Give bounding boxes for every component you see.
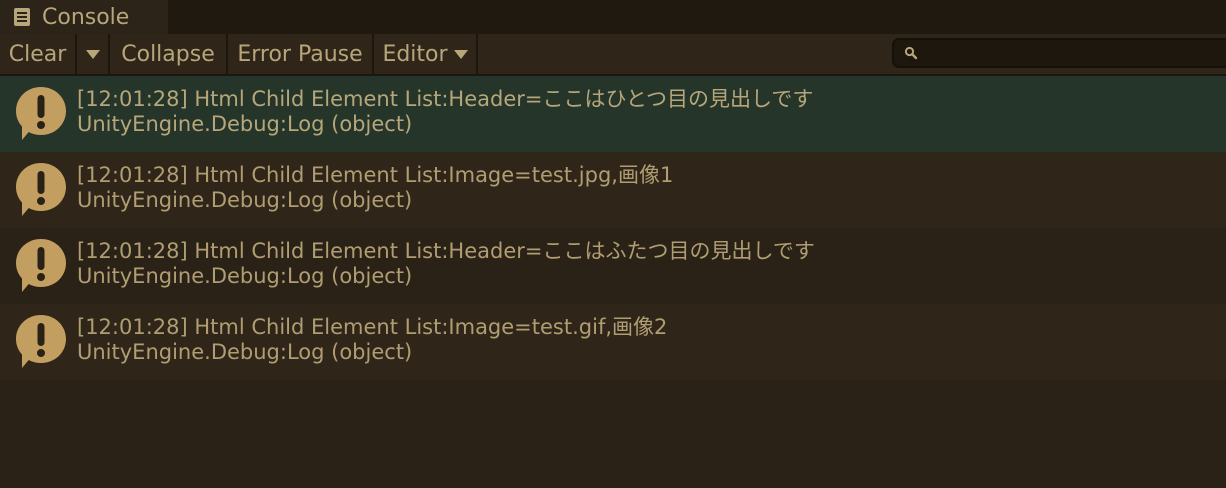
warning-icon — [16, 239, 66, 292]
chevron-down-icon — [85, 49, 100, 59]
collapse-toggle[interactable]: Collapse — [110, 34, 228, 74]
error-pause-toggle[interactable]: Error Pause — [228, 34, 374, 74]
chevron-down-icon — [453, 49, 468, 59]
log-stacktrace: UnityEngine.Debug:Log (object) — [77, 340, 413, 364]
log-stacktrace: UnityEngine.Debug:Log (object) — [77, 188, 413, 212]
warning-icon — [16, 87, 66, 140]
tab-console[interactable]: Console — [0, 0, 168, 34]
clear-button-label: Clear — [8, 41, 67, 67]
error-pause-label: Error Pause — [237, 41, 363, 67]
search-input[interactable] — [892, 38, 1226, 68]
tab-bar: Console — [0, 0, 1226, 34]
log-message: [12:01:28] Html Child Element List:Heade… — [77, 87, 814, 111]
log-entry[interactable]: [12:01:28] Html Child Element List:Image… — [0, 152, 1226, 228]
clear-button[interactable]: Clear — [0, 34, 77, 74]
console-icon — [14, 8, 30, 26]
warning-icon — [16, 315, 66, 368]
log-message: [12:01:28] Html Child Element List:Heade… — [77, 239, 815, 263]
tab-console-label: Console — [42, 4, 130, 30]
log-stacktrace: UnityEngine.Debug:Log (object) — [77, 264, 413, 288]
warning-icon — [16, 163, 66, 216]
log-entry[interactable]: [12:01:28] Html Child Element List:Heade… — [0, 228, 1226, 304]
search-icon — [904, 46, 918, 60]
collapse-toggle-label: Collapse — [121, 41, 215, 67]
log-entry[interactable]: [12:01:28] Html Child Element List:Heade… — [0, 76, 1226, 152]
editor-dropdown[interactable]: Editor — [374, 34, 478, 74]
clear-options-dropdown[interactable] — [77, 34, 110, 74]
log-message: [12:01:28] Html Child Element List:Image… — [77, 163, 674, 187]
log-stacktrace: UnityEngine.Debug:Log (object) — [77, 112, 413, 136]
log-entry[interactable]: [12:01:28] Html Child Element List:Image… — [0, 304, 1226, 380]
editor-dropdown-label: Editor — [382, 41, 448, 67]
log-message: [12:01:28] Html Child Element List:Image… — [77, 315, 668, 339]
